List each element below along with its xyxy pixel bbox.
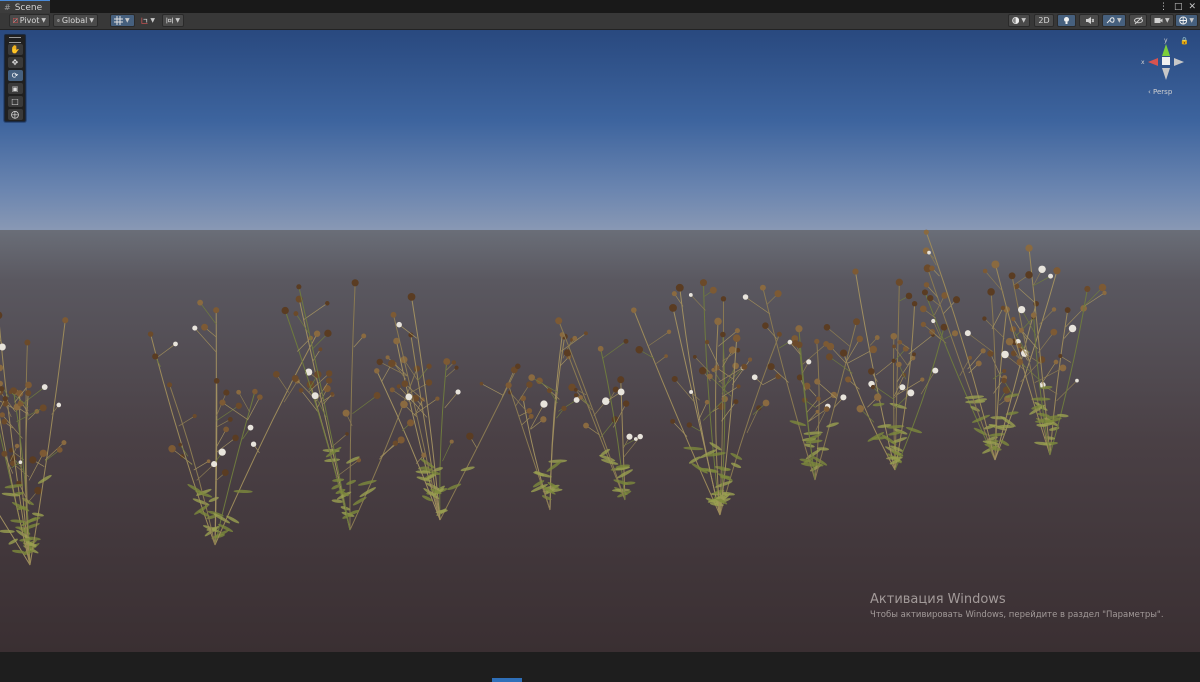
global-label: Global [61,16,88,25]
close-icon[interactable]: ✕ [1188,2,1196,12]
eye-off-icon [1133,16,1143,25]
align-button[interactable]: ▼ [162,14,184,27]
toggle-2d-label: 2D [1038,16,1050,25]
more-options-icon[interactable]: ⋮ [1159,2,1168,12]
lighting-toggle[interactable] [1057,14,1076,27]
rotate-icon: ⟳ [11,71,19,80]
hidden-objects-toggle[interactable] [1129,14,1147,27]
align-icon [166,17,173,24]
lock-icon[interactable]: 🔒 [1180,37,1189,45]
scene-render [0,30,1200,652]
camera-icon [1154,18,1163,23]
chevron-down-icon: ▼ [1021,17,1026,24]
maximize-icon[interactable]: □ [1174,2,1183,12]
watermark-subtitle: Чтобы активировать Windows, перейдите в … [870,610,1164,620]
viewport-indicator [492,678,522,682]
rotate-tool-button[interactable]: ⟳ [7,70,23,81]
scene-tab-label: Scene [14,2,43,13]
windows-activation-watermark: Активация Windows Чтобы активировать Win… [870,592,1164,620]
projection-toggle[interactable]: ‹ Persp [1148,88,1172,96]
chevron-down-icon: ▼ [175,17,180,24]
move-icon: ✥ [11,58,19,67]
transform-tool-button[interactable]: ⨁ [7,109,23,120]
shading-sphere-icon [1012,16,1020,25]
transform-icon: ⨁ [11,110,19,119]
chevron-down-icon: ▼ [1165,17,1170,24]
hand-tool-button[interactable]: ✋ [7,44,23,55]
chevron-down-icon: ▼ [1189,17,1194,24]
scale-icon: ▣ [11,84,19,93]
gizmo-globe-icon [1179,16,1188,25]
speaker-icon [1085,17,1094,24]
globe-icon [57,19,60,22]
pivot-dropdown[interactable]: Pivot ▼ [9,14,50,27]
gizmo-center-cube[interactable] [1162,57,1170,65]
light-bulb-icon [1064,17,1069,24]
chevron-down-icon: ▼ [89,17,94,24]
scene-tab-icon: # [4,3,11,12]
effects-dropdown[interactable]: ▼ [1102,14,1126,27]
editor-tab-bar: # Scene ⋮ □ ✕ [0,0,1200,14]
y-axis-cone[interactable] [1162,44,1170,56]
effects-icon [1106,17,1115,24]
move-tool-button[interactable]: ✥ [7,57,23,68]
increment-snapping-button[interactable]: ▼ [137,14,159,27]
rect-icon: □ [11,97,19,106]
grid-icon [114,16,123,25]
camera-settings-dropdown[interactable]: ▼ [1150,14,1174,27]
y-axis-label: y [1164,37,1168,44]
chevron-down-icon: ▼ [1117,17,1122,24]
palette-grip[interactable] [9,37,21,43]
tab-scene[interactable]: # Scene [0,0,51,14]
hand-icon: ✋ [10,45,20,54]
snap-icon [141,17,148,24]
chevron-down-icon: ▼ [41,17,46,24]
shading-mode-dropdown[interactable]: ▼ [1008,14,1030,27]
x-axis-cone[interactable] [1148,58,1158,66]
tool-palette: ✋ ✥ ⟳ ▣ □ ⨁ [4,34,26,122]
rect-tool-button[interactable]: □ [7,96,23,107]
gizmos-dropdown[interactable]: ▼ [1175,14,1198,27]
audio-toggle[interactable] [1079,14,1099,27]
chevron-down-icon: ▼ [125,17,130,24]
pivot-icon [13,18,18,23]
grid-snapping-button[interactable]: ▼ [110,14,135,27]
toggle-2d-button[interactable]: 2D [1034,14,1054,27]
global-dropdown[interactable]: Global ▼ [53,14,98,27]
scene-viewport[interactable] [0,30,1200,682]
neg-y-axis-cone[interactable] [1162,68,1170,80]
x-axis-label: x [1141,59,1145,66]
orientation-gizmo[interactable]: y x [1136,36,1196,96]
scale-tool-button[interactable]: ▣ [7,83,23,94]
pivot-label: Pivot [19,16,40,25]
scene-toolbar: Pivot ▼ Global ▼ ▼ ▼ ▼ ▼ 2D ▼ ▼ ▼ [0,13,1200,30]
watermark-title: Активация Windows [870,592,1006,607]
neg-x-axis-cone[interactable] [1174,58,1184,66]
chevron-down-icon: ▼ [150,17,155,24]
